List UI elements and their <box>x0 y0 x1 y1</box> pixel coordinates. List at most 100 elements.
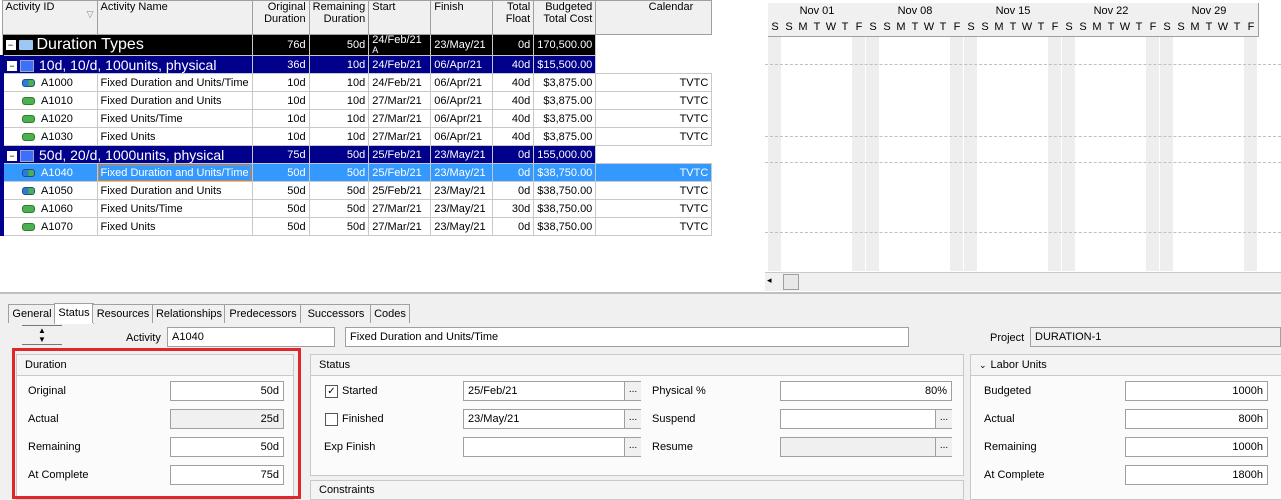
activity-row[interactable]: A1010 Fixed Duration and Units 10d 10d 2… <box>0 91 713 110</box>
suspend-field[interactable] <box>780 409 952 429</box>
gantt-day-header: S <box>880 19 895 37</box>
col-header-calendar[interactable]: Calendar <box>595 0 713 35</box>
gantt-nonwork-shading <box>768 37 781 271</box>
finished-date-picker-button[interactable]: ... <box>624 410 641 428</box>
activity-bar-icon <box>22 186 35 195</box>
sort-icon[interactable]: ▽ <box>87 9 94 20</box>
labor-remaining-field[interactable]: 1000h <box>1125 437 1268 457</box>
gantt-day-header: T <box>1202 19 1217 37</box>
gantt-nonwork-shading <box>866 37 879 271</box>
activity-row[interactable]: A1030 Fixed Units 10d 10d 27/Mar/21 06/A… <box>0 127 713 146</box>
col-header-total-float[interactable]: Total Float <box>492 0 535 35</box>
finished-checkbox[interactable] <box>325 413 338 426</box>
col-header-budgeted-cost[interactable]: Budgeted Total Cost <box>533 0 597 35</box>
activity-name-editing[interactable]: Fixed Duration and Units/Time <box>96 163 253 182</box>
col-header-start[interactable]: Start <box>368 0 432 35</box>
activity-name: Fixed Units/Time <box>96 109 253 128</box>
wbs-original: 36d <box>251 55 310 74</box>
gantt-nonwork-shading <box>852 37 865 271</box>
activity-row[interactable]: A1060 Fixed Units/Time 50d 50d 27/Mar/21… <box>0 199 713 218</box>
gantt-week-header: Nov 29 <box>1160 3 1259 20</box>
col-header-activity-name[interactable]: Activity Name <box>96 0 253 35</box>
suspend-label: Suspend <box>652 413 696 425</box>
activity-row-selected[interactable]: A1040 Fixed Duration and Units/Time 50d … <box>0 163 713 182</box>
col-header-original-duration[interactable]: Original Duration <box>251 0 310 35</box>
collapse-icon[interactable]: − <box>7 150 17 161</box>
labor-budgeted-field[interactable]: 1000h <box>1125 381 1268 401</box>
tab-resources[interactable]: Resources <box>92 304 154 323</box>
started-checkbox[interactable]: ✓ <box>325 385 338 398</box>
gantt-day-header: T <box>1034 19 1049 37</box>
labor-at-complete-field[interactable]: 1800h <box>1125 465 1268 485</box>
exp-finish-picker-button[interactable]: ... <box>624 438 641 456</box>
tab-codes[interactable]: Codes <box>370 304 410 323</box>
gantt-day-header: S <box>1062 19 1077 37</box>
wbs-name: 10d, 10/d, 100units, physical <box>39 56 217 73</box>
suspend-picker-button[interactable]: ... <box>935 410 952 428</box>
wbs-cost: 155,000.00 <box>533 145 597 164</box>
wbs-row-root[interactable]: − Duration Types 76d 50d 24/Feb/21 A 23/Ma… <box>1 34 712 56</box>
collapse-icon[interactable]: − <box>7 60 17 71</box>
labor-units-group-title[interactable]: ⌄ Labor Units <box>971 355 1281 376</box>
chevron-down-icon[interactable]: ⌄ <box>979 360 987 370</box>
activity-name: Fixed Units <box>96 217 253 236</box>
labor-budgeted-label: Budgeted <box>984 385 1032 397</box>
exp-finish-field[interactable] <box>463 437 641 457</box>
activity-row[interactable]: A1050 Fixed Duration and Units 50d 50d 2… <box>0 181 713 200</box>
col-header-remaining-duration[interactable]: Remaining Duration <box>308 0 370 35</box>
activity-bar-icon <box>22 114 35 123</box>
activity-row[interactable]: A1070 Fixed Units 50d 50d 27/Mar/21 23/M… <box>0 217 713 236</box>
labor-actual-field[interactable]: 800h <box>1125 409 1268 429</box>
activity-table[interactable]: Activity ID ▽ Activity Name Original Durat… <box>0 0 766 292</box>
status-group-title: Status <box>311 355 963 376</box>
activity-label: Activity <box>126 332 161 344</box>
gantt-nonwork-shading <box>1160 37 1173 271</box>
started-date-picker-button[interactable]: ... <box>624 382 641 400</box>
tab-successors[interactable]: Successors <box>300 304 372 323</box>
wbs-row-b[interactable]: −50d, 20/d, 1000units, physical 75d 50d … <box>0 145 712 164</box>
tab-status[interactable]: Status <box>54 303 94 324</box>
project-label: Project <box>990 332 1025 344</box>
activity-row[interactable]: A1000 Fixed Duration and Units/Time 10d … <box>0 73 713 92</box>
gantt-horizontal-scrollbar[interactable]: ◂ <box>765 272 1281 291</box>
scroll-thumb[interactable] <box>783 274 799 290</box>
activity-name: Fixed Duration and Units <box>96 181 253 200</box>
tab-general[interactable]: General <box>8 304 56 323</box>
gantt-gridline <box>765 232 1281 233</box>
labor-remaining-label: Remaining <box>984 441 1037 453</box>
activity-id-field[interactable]: A1040 <box>167 327 335 347</box>
activity-name: Fixed Duration and Units/Time <box>96 73 253 92</box>
started-date-field[interactable]: 25/Feb/21 <box>463 381 641 401</box>
gantt-day-header: T <box>810 19 825 37</box>
gantt-day-header: T <box>838 19 853 37</box>
gantt-day-header: W <box>1020 19 1035 37</box>
gantt-chart[interactable]: ◂ Nov 01 S S M T W T F Nov 08 S S M T W T F Nov 15 S S M T W T… <box>765 0 1281 292</box>
gantt-week-header: Nov 15 <box>964 3 1063 20</box>
activity-name-field[interactable]: Fixed Duration and Units/Time <box>345 327 909 347</box>
gantt-day-header: M <box>894 19 909 37</box>
physical-percent-field[interactable]: 80% <box>780 381 952 401</box>
exp-finish-label: Exp Finish <box>324 441 376 453</box>
col-header-finish[interactable]: Finish <box>430 0 494 35</box>
tab-predecessors[interactable]: Predecessors <box>224 304 302 323</box>
wbs-remaining: 10d <box>308 55 370 74</box>
activity-name: Fixed Duration and Units <box>96 91 253 110</box>
collapse-icon[interactable]: − <box>5 39 16 50</box>
gantt-day-header: W <box>824 19 839 37</box>
gantt-day-header: F <box>1048 19 1063 37</box>
finished-date-field[interactable]: 23/May/21 <box>463 409 641 429</box>
tab-relationships[interactable]: Relationships <box>152 304 226 323</box>
col-header-activity-id[interactable]: Activity ID ▽ <box>1 0 98 35</box>
activity-row[interactable]: A1020 Fixed Units/Time 10d 10d 27/Mar/21… <box>0 109 713 128</box>
gantt-day-header: T <box>1104 19 1119 37</box>
scroll-up-down-buttons[interactable]: ▲ ▼ <box>22 325 62 345</box>
scroll-left-icon[interactable]: ◂ <box>767 275 772 286</box>
gantt-day-header: S <box>1174 19 1189 37</box>
wbs-original: 76d <box>251 34 310 56</box>
activity-name: Fixed Units <box>96 127 253 146</box>
wbs-row-a[interactable]: − 10d, 10/d, 100units, physical 36d 10d 2… <box>0 55 712 74</box>
gantt-gridline <box>765 162 1281 163</box>
resume-picker-button: ... <box>935 438 952 456</box>
gantt-nonwork-shading <box>1244 37 1257 271</box>
gantt-day-header: S <box>978 19 993 37</box>
